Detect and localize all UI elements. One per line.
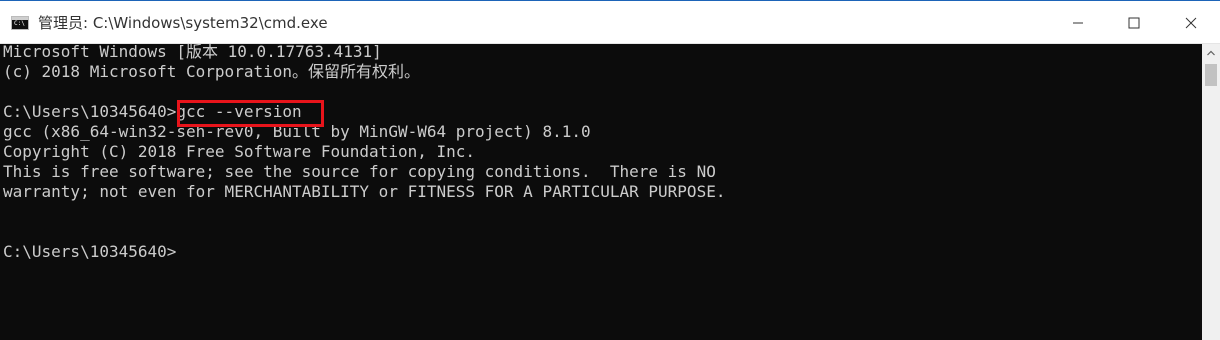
console-output[interactable]: Microsoft Windows [版本 10.0.17763.4131] (… (0, 44, 1202, 340)
console-line-free-software: This is free software; see the source fo… (3, 162, 716, 181)
scroll-thumb[interactable] (1205, 64, 1217, 86)
console-line-warranty: warranty; not even for MERCHANTABILITY o… (3, 182, 726, 201)
maximize-icon (1128, 17, 1140, 29)
console-line-copyright-fsf: Copyright (C) 2018 Free Software Foundat… (3, 142, 476, 161)
console-line-version: Microsoft Windows [版本 10.0.17763.4131] (3, 44, 382, 61)
scroll-up-button[interactable] (1202, 44, 1220, 62)
cmd-window: C:\ 管理员: C:\Windows\system32\cmd.exe Mic… (0, 0, 1220, 340)
title-bar[interactable]: C:\ 管理员: C:\Windows\system32\cmd.exe (0, 0, 1220, 44)
minimize-icon (1073, 22, 1083, 24)
vertical-scrollbar[interactable] (1202, 44, 1220, 340)
console-line-copyright-ms: (c) 2018 Microsoft Corporation。保留所有权利。 (3, 62, 420, 81)
cmd-app-icon[interactable]: C:\ (11, 16, 29, 30)
app-icon-text: C:\ (14, 20, 25, 27)
close-button[interactable] (1162, 1, 1220, 45)
chevron-up-icon (1207, 50, 1215, 56)
maximize-button[interactable] (1106, 1, 1162, 45)
command-highlight-box (177, 100, 324, 127)
minimize-button[interactable] (1050, 1, 1106, 45)
close-icon (1185, 17, 1197, 29)
window-title: 管理员: C:\Windows\system32\cmd.exe (38, 14, 328, 32)
console-prompt[interactable]: C:\Users\10345640> (3, 242, 176, 262)
